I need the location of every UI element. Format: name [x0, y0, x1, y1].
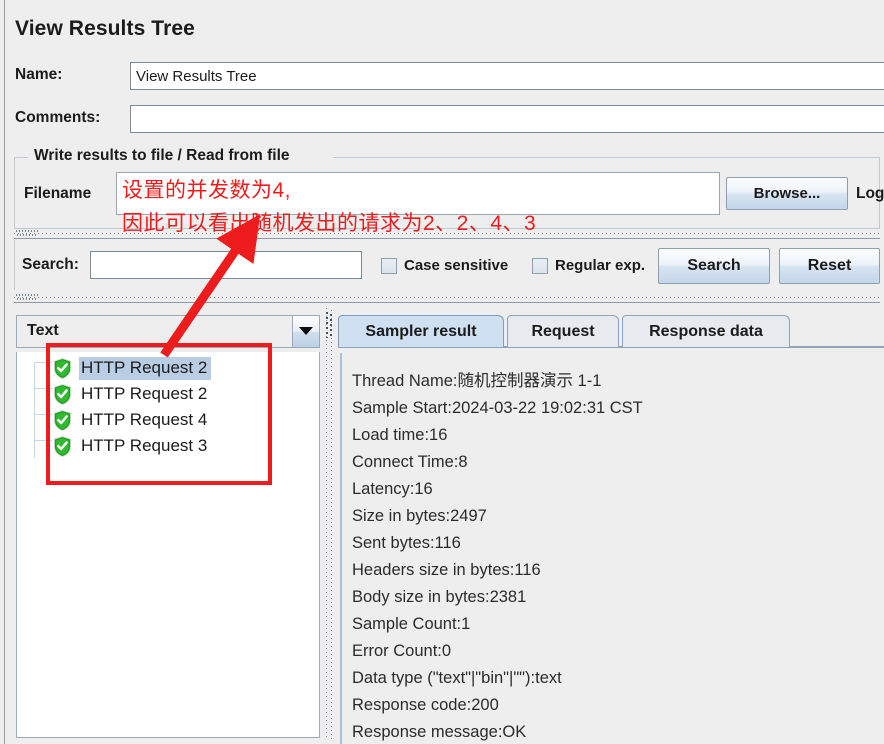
sampler-result-line: Response code:200	[352, 696, 499, 714]
split-divider-grip[interactable]	[326, 312, 332, 338]
pane-divider-grip-bottom[interactable]	[16, 293, 38, 302]
sampler-result-line: Load time:16	[352, 426, 448, 444]
result-tabs: Sampler result Request Response data	[338, 315, 884, 347]
tree-connector-vertical	[34, 362, 35, 458]
sampler-result-line: Data type ("text"|"bin"|""):text	[352, 669, 562, 687]
comments-label: Comments:	[15, 109, 101, 126]
sampler-result-text: Thread Name:随机控制器演示 1-1 Sample Start:2024…	[352, 368, 882, 744]
sampler-result-line: Sample Start:2024-03-22 19:02:31 CST	[352, 399, 643, 417]
case-sensitive-checkbox[interactable]	[381, 258, 397, 274]
annotation-highlight-box	[46, 343, 272, 485]
page-title: View Results Tree	[15, 17, 195, 40]
sampler-result-line: Latency:16	[352, 480, 433, 498]
comments-input[interactable]	[130, 105, 884, 133]
tab-sampler-result[interactable]: Sampler result	[338, 315, 504, 347]
annotation-line-1: 设置的并发数为4,	[122, 179, 292, 202]
chevron-down-icon	[299, 327, 313, 335]
tab-request[interactable]: Request	[507, 315, 619, 347]
filename-label: Filename	[24, 185, 92, 202]
divider-line-1	[14, 238, 880, 239]
split-divider-texture	[326, 308, 332, 740]
pane-divider-grip-top[interactable]	[16, 229, 38, 238]
sampler-result-line: Sent bytes:116	[352, 534, 461, 552]
regular-exp-label: Regular exp.	[555, 257, 646, 274]
sampler-result-line: Thread Name:随机控制器演示 1-1	[352, 372, 602, 390]
search-button[interactable]: Search	[658, 248, 770, 284]
divider-line-2	[14, 302, 880, 303]
log-label: Log	[856, 185, 884, 202]
sampler-result-line: Response message:OK	[352, 723, 527, 741]
sampler-result-line: Sample Count:1	[352, 615, 471, 633]
pane-divider-bottom[interactable]	[14, 293, 880, 302]
write-results-group-title: Write results to file / Read from file	[30, 147, 294, 165]
window-left-edge	[0, 0, 5, 744]
regular-exp-checkbox[interactable]	[532, 258, 548, 274]
search-input[interactable]	[90, 251, 362, 279]
case-sensitive-label: Case sensitive	[404, 257, 509, 274]
reset-button[interactable]: Reset	[779, 248, 880, 284]
sampler-result-line: Body size in bytes:2381	[352, 588, 527, 606]
search-label: Search:	[22, 256, 79, 273]
browse-button[interactable]: Browse...	[726, 177, 848, 210]
sampler-result-line: Headers size in bytes:116	[352, 561, 541, 579]
sampler-result-line: Connect Time:8	[352, 453, 468, 471]
renderer-combobox-value: Text	[27, 322, 59, 339]
name-label: Name:	[15, 66, 63, 83]
tab-response-data[interactable]: Response data	[622, 315, 790, 347]
sampler-result-line: Error Count:0	[352, 642, 452, 660]
view-results-tree-panel: View Results Tree Name: Comments: Write …	[0, 0, 884, 744]
sampler-result-line: Size in bytes:2497	[352, 507, 487, 525]
annotation-line-2: 因此可以看出随机发出的请求为2、2、4、3	[122, 212, 537, 235]
name-input[interactable]	[130, 62, 884, 90]
